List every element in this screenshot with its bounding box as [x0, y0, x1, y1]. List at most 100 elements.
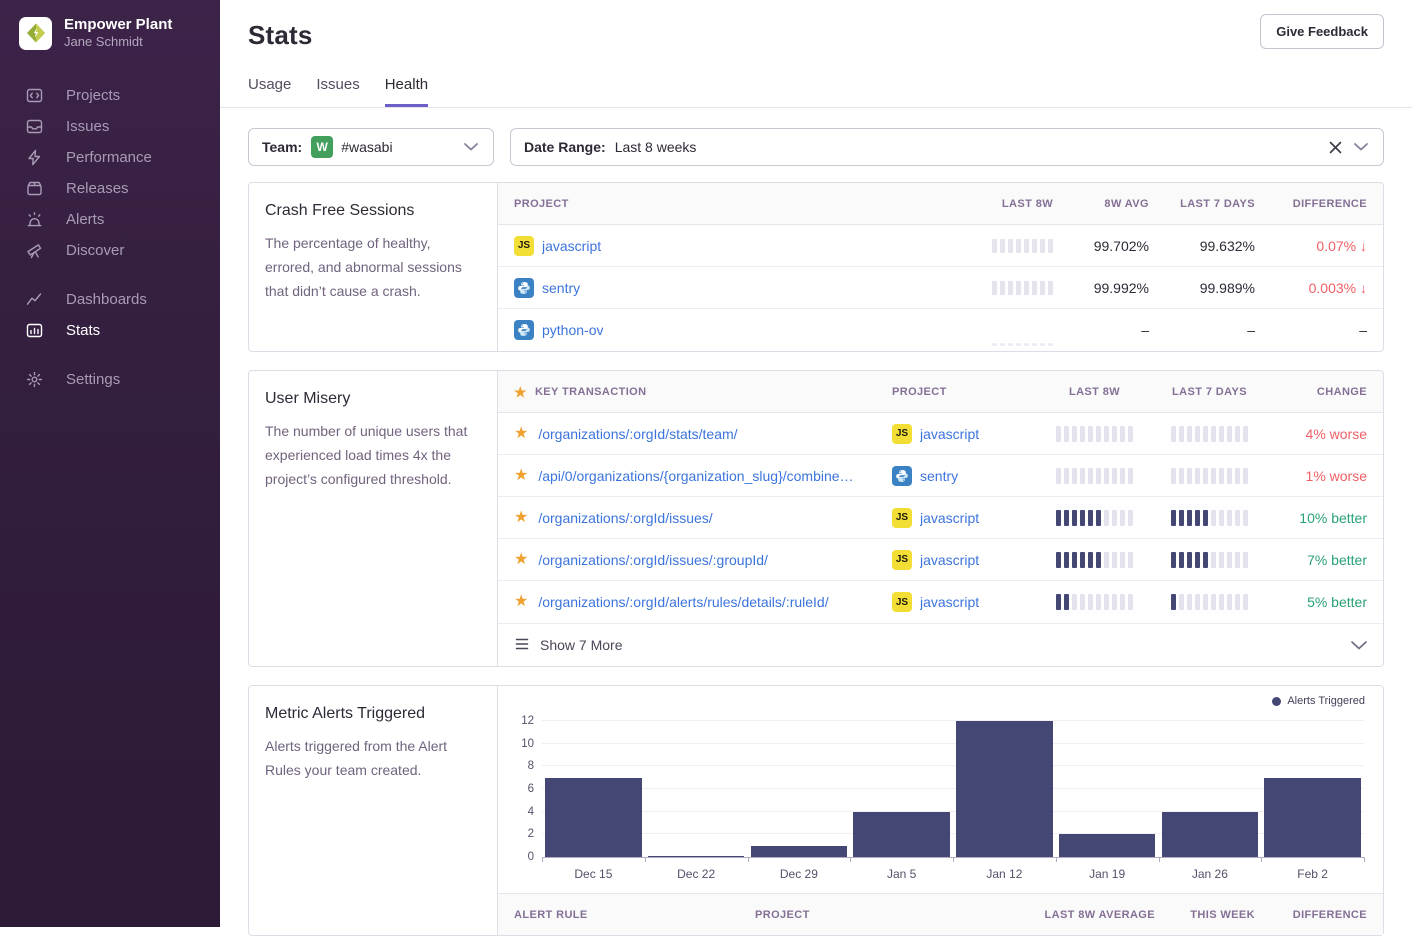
last-7-days-value: – — [1149, 322, 1255, 338]
column-header: LAST 8W AVERAGE — [1005, 909, 1155, 921]
sidebar-item-label: Stats — [66, 322, 100, 339]
chart-x-axis-labels: Dec 15Dec 22Dec 29Jan 5Jan 12Jan 19Jan 2… — [542, 858, 1364, 893]
bar-jan-19[interactable] — [1059, 834, 1156, 857]
clear-date-range-icon[interactable] — [1327, 139, 1344, 156]
project-link[interactable]: sentry — [542, 280, 580, 296]
transaction-link[interactable]: /organizations/:orgId/issues/:groupId/ — [538, 552, 768, 568]
platform-python-icon — [514, 320, 534, 340]
transaction-link[interactable]: /organizations/:orgId/alerts/rules/detai… — [538, 594, 828, 610]
transaction-link[interactable]: /organizations/:orgId/issues/ — [538, 510, 712, 526]
sidebar-item-projects[interactable]: Projects — [0, 80, 220, 111]
column-header: THIS WEEK — [1155, 909, 1255, 921]
table-row: sentry99.992%99.989%0.003% ↓ — [498, 267, 1383, 309]
transaction-link[interactable]: /api/0/organizations/{organization_slug}… — [538, 468, 853, 484]
chevron-down-icon[interactable] — [1351, 637, 1367, 653]
main-area: Stats Give Feedback Usage Issues Health Te… — [220, 0, 1412, 927]
panel-description: Alerts triggered from the Alert Rules yo… — [265, 734, 481, 782]
key-transaction-cell: ★ /api/0/organizations/{organization_slug… — [514, 468, 882, 484]
stats-icon — [26, 322, 43, 339]
bar-slot — [1261, 716, 1364, 857]
column-header: 8W AVG — [1053, 198, 1149, 210]
project-link[interactable]: javascript — [542, 238, 601, 254]
bar-dec-15[interactable] — [545, 778, 642, 857]
show-more-row[interactable]: Show 7 More — [498, 623, 1383, 666]
project-cell: JSjavascript — [892, 424, 1032, 444]
star-icon[interactable]: ★ — [514, 594, 528, 610]
nav-group-gap — [0, 266, 220, 284]
tab-issues[interactable]: Issues — [316, 76, 359, 107]
key-transaction-cell: ★ /organizations/:orgId/alerts/rules/deta… — [514, 594, 882, 610]
difference-value: 0.07% ↓ — [1255, 238, 1367, 254]
sidebar-item-label: Projects — [66, 87, 120, 104]
project-link[interactable]: sentry — [920, 468, 958, 484]
table-row: ★ /organizations/:orgId/issues/:groupId/J… — [498, 539, 1383, 581]
nav-group-gap — [0, 346, 220, 364]
releases-icon — [26, 180, 43, 197]
score-bar — [1157, 468, 1262, 484]
column-header: LAST 8W — [1042, 386, 1147, 398]
x-axis-tick-label: Jan 5 — [850, 867, 953, 881]
sidebar-item-discover[interactable]: Discover — [0, 235, 220, 266]
x-axis-tick-label: Dec 29 — [748, 867, 851, 881]
bar-feb-2[interactable] — [1264, 778, 1361, 857]
score-bar — [1157, 594, 1262, 610]
date-range-label: Date Range: — [524, 139, 606, 155]
settings-icon — [26, 371, 43, 388]
column-header: LAST 7 DAYS — [1157, 386, 1262, 398]
bar-dec-22[interactable] — [648, 856, 745, 857]
legend-alerts-triggered[interactable]: Alerts Triggered — [1272, 695, 1365, 707]
tab-usage[interactable]: Usage — [248, 76, 291, 107]
column-header: LAST 7 DAYS — [1149, 198, 1255, 210]
platform-js-icon: JS — [892, 508, 912, 528]
bar-dec-29[interactable] — [751, 846, 848, 857]
team-select[interactable]: Team: W #wasabi — [248, 128, 494, 166]
bar-jan-12[interactable] — [956, 721, 1053, 857]
star-icon[interactable]: ★ — [514, 510, 528, 526]
crash-free-table: PROJECTLAST 8W8W AVGLAST 7 DAYSDIFFERENC… — [498, 183, 1383, 351]
transaction-link[interactable]: /organizations/:orgId/stats/team/ — [538, 426, 737, 442]
sidebar-item-performance[interactable]: Performance — [0, 142, 220, 173]
star-icon[interactable]: ★ — [514, 426, 528, 442]
key-transaction-cell: ★ /organizations/:orgId/issues/:groupId/ — [514, 552, 882, 568]
change-value: 10% better — [1272, 510, 1367, 526]
crash-free-description: Crash Free Sessions The percentage of he… — [249, 183, 498, 351]
sidebar-item-issues[interactable]: Issues — [0, 111, 220, 142]
page-title: Stats — [248, 20, 1384, 51]
change-value: 1% worse — [1272, 468, 1367, 484]
project-link[interactable]: javascript — [920, 510, 979, 526]
date-range-select[interactable]: Date Range: Last 8 weeks — [510, 128, 1384, 166]
bar-slot — [1159, 716, 1262, 857]
sidebar-item-stats[interactable]: Stats — [0, 315, 220, 346]
platform-js-icon: JS — [892, 550, 912, 570]
bar-slot — [645, 716, 748, 857]
sidebar-item-dashboards[interactable]: Dashboards — [0, 284, 220, 315]
sidebar-item-settings[interactable]: Settings — [0, 364, 220, 395]
project-link[interactable]: javascript — [920, 426, 979, 442]
last-8w-score-cell — [1042, 510, 1147, 526]
score-bar — [1042, 468, 1147, 484]
star-icon[interactable]: ★ — [514, 552, 528, 568]
tab-health[interactable]: Health — [385, 76, 428, 107]
y-axis-tick-label: 10 — [500, 738, 534, 750]
column-header: LAST 8W — [923, 198, 1053, 210]
give-feedback-button[interactable]: Give Feedback — [1260, 14, 1384, 49]
bar-jan-5[interactable] — [853, 812, 950, 857]
table-row: JSjavascript99.702%99.632%0.07% ↓ — [498, 225, 1383, 267]
user-misery-table-body: ★/organizations/:orgId/stats/team/JSjava… — [498, 413, 1383, 623]
bar-jan-26[interactable] — [1162, 812, 1259, 857]
platform-js-icon: JS — [892, 592, 912, 612]
x-axis-tick — [1364, 857, 1365, 862]
performance-icon — [26, 149, 43, 166]
project-link[interactable]: javascript — [920, 552, 979, 568]
sidebar-item-alerts[interactable]: Alerts — [0, 204, 220, 235]
dashboards-icon — [26, 291, 43, 308]
project-link[interactable]: python-ov — [542, 322, 603, 338]
project-link[interactable]: javascript — [920, 594, 979, 610]
sparkline-cell — [923, 239, 1053, 253]
list-icon — [514, 637, 530, 654]
x-axis-tick — [1056, 857, 1057, 862]
org-switcher[interactable]: Empower Plant Jane Schmidt — [0, 16, 220, 50]
star-icon[interactable]: ★ — [514, 468, 528, 484]
panel-title: Metric Alerts Triggered — [265, 705, 481, 723]
sidebar-item-releases[interactable]: Releases — [0, 173, 220, 204]
